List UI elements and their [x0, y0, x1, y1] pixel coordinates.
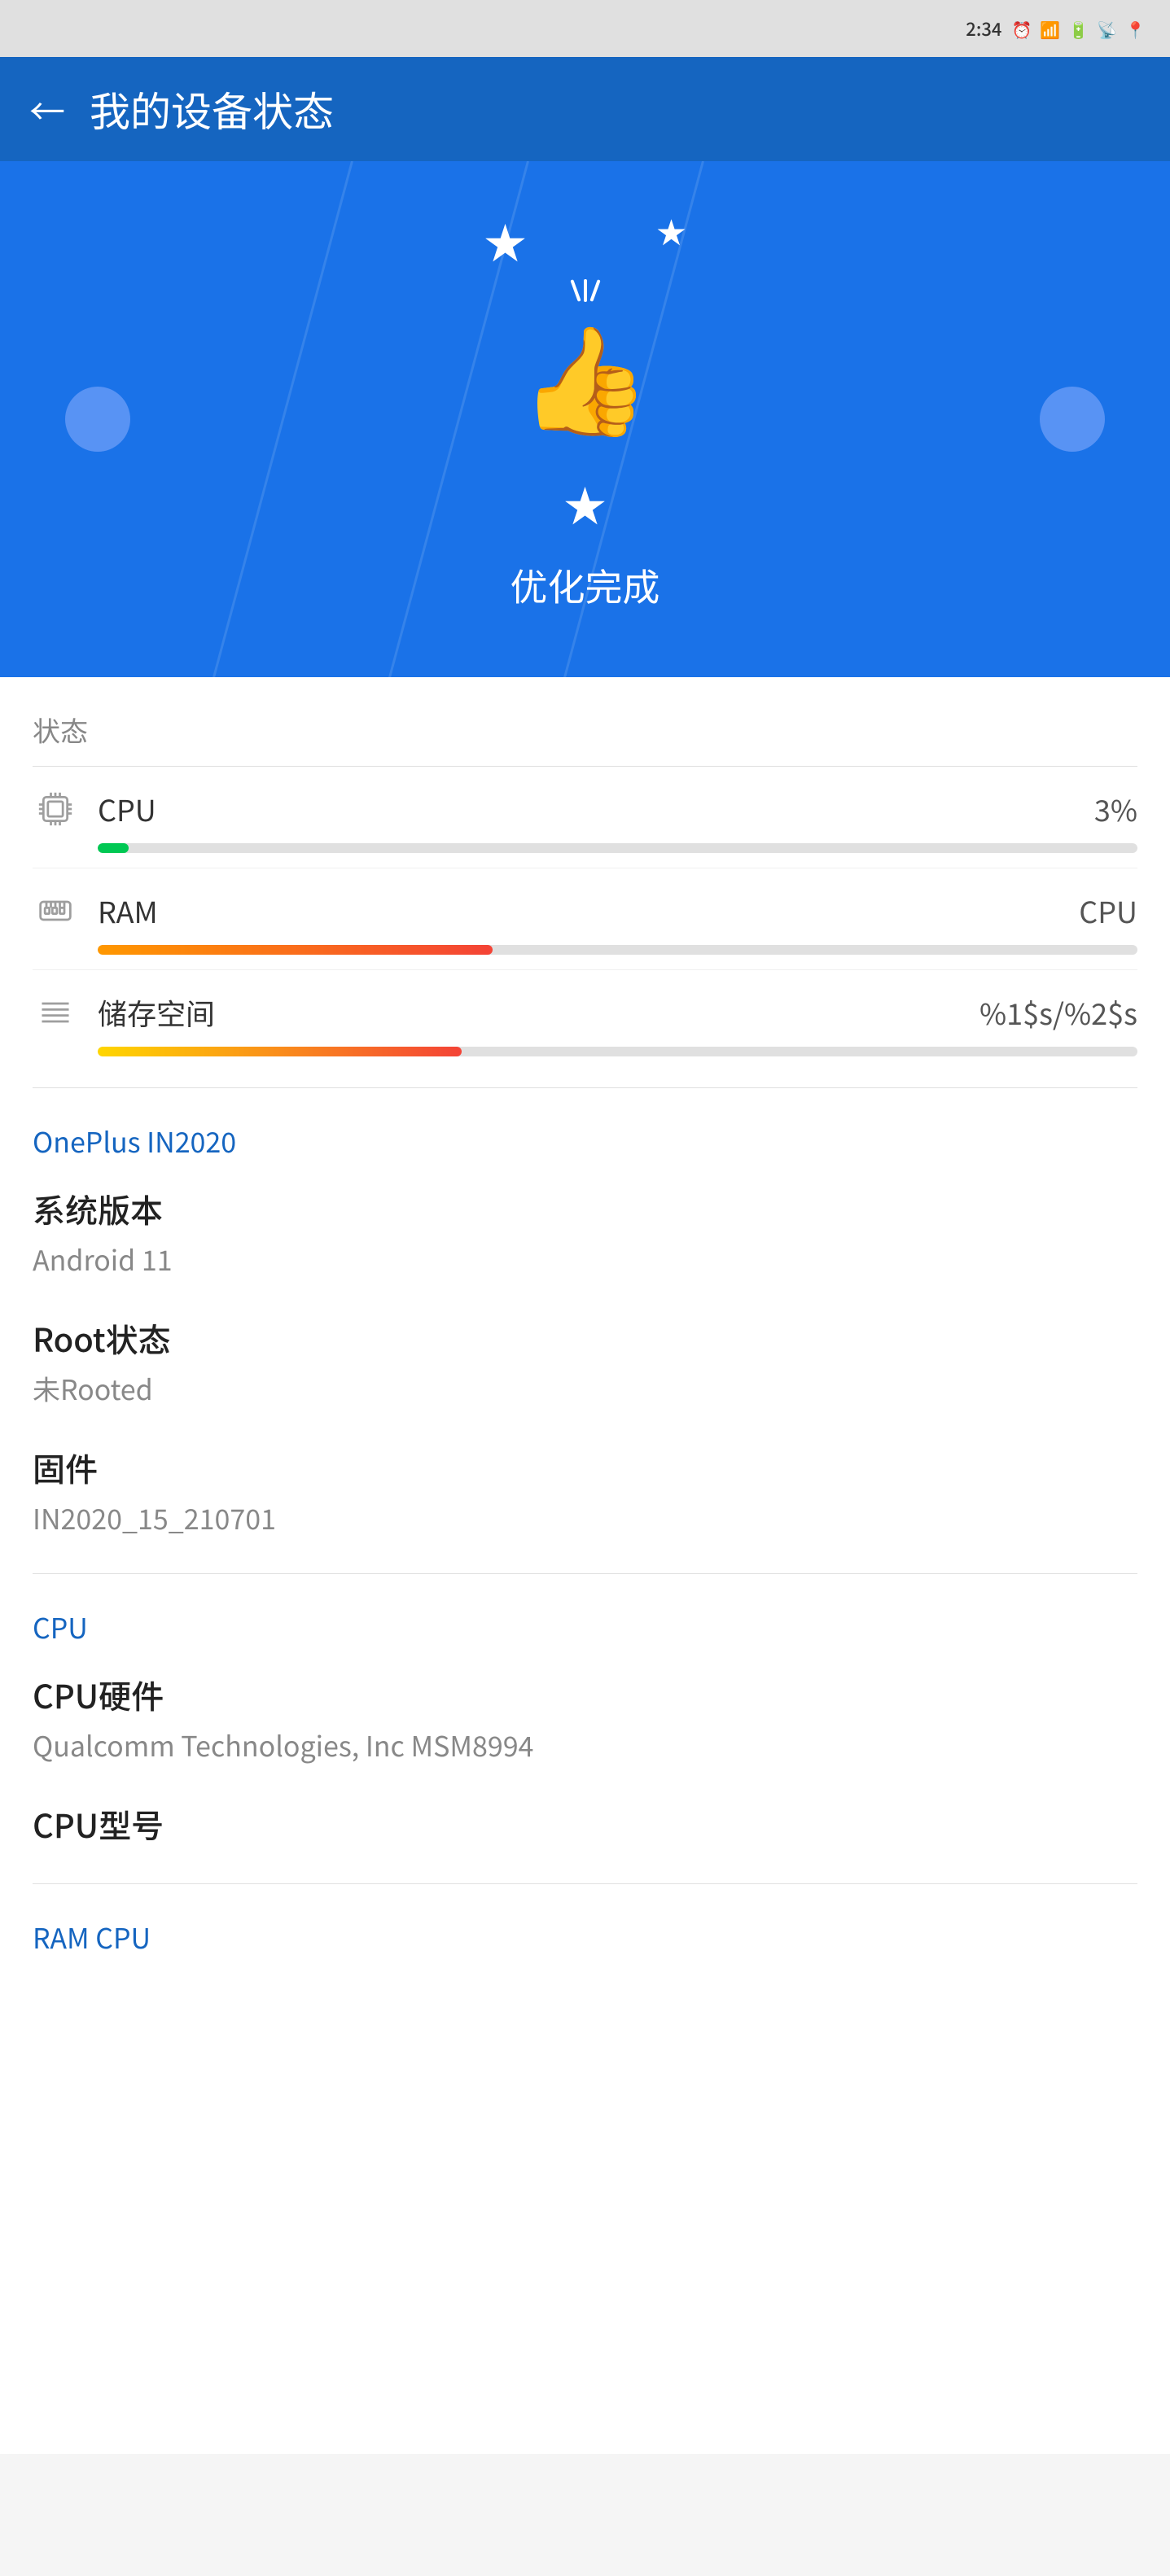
cpu-status-item: CPU 3%: [33, 767, 1137, 868]
star-icon-right: ★: [657, 210, 686, 271]
status-section-label: 状态: [0, 677, 1170, 766]
bottom-padding: [0, 2373, 1170, 2454]
star-icon-left: ★: [484, 210, 526, 271]
ram-status-item: RAM CPU: [33, 868, 1137, 970]
ram-progress-container: [98, 945, 1137, 955]
hero-subtitle: 优化完成: [511, 558, 660, 612]
hero-stars-top: ★ ★: [484, 210, 686, 271]
storage-progress-container: [98, 1047, 1137, 1056]
status-time: 2:34: [966, 15, 1001, 42]
root-status-value: 未Rooted: [33, 1368, 1137, 1408]
firmware-value: IN2020_15_210701: [33, 1498, 1137, 1537]
root-status-item: Root状态 未Rooted: [33, 1314, 1137, 1408]
hero-circle-left: [65, 387, 130, 452]
cpu-model-label: CPU型号: [33, 1800, 1137, 1848]
star-icon-bottom: ★: [563, 473, 606, 534]
cpu-status-row: CPU 3%: [33, 786, 1137, 832]
cpu-progress-container: [98, 843, 1137, 853]
cpu-label: CPU: [98, 788, 156, 830]
location-icon: 📍: [1125, 17, 1146, 41]
signal-icon: 📶: [1040, 17, 1060, 41]
ray-2: [584, 279, 587, 302]
thumbs-up-icon: 👍: [519, 295, 651, 448]
thumb-rays: [574, 279, 597, 302]
back-button[interactable]: ←: [29, 83, 65, 135]
main-content: 状态: [0, 677, 1170, 2454]
ram-status-left: RAM: [33, 888, 158, 934]
app-bar: ← 我的设备状态: [0, 57, 1170, 161]
page-title: 我的设备状态: [90, 80, 334, 138]
system-version-value: Android 11: [33, 1239, 1137, 1279]
storage-status-left: 储存空间: [33, 990, 215, 1035]
storage-status-row: 储存空间 %1$s/%2$s: [33, 990, 1137, 1035]
cpu-progress-fill: [98, 843, 129, 853]
storage-icon: [33, 990, 78, 1035]
root-status-label: Root状态: [33, 1314, 1137, 1362]
storage-progress-fill: [98, 1047, 462, 1056]
status-icons: ⏰ 📶 🔋 📡 📍: [1011, 17, 1146, 41]
cpu-hardware-value: Qualcomm Technologies, Inc MSM8994: [33, 1725, 1137, 1765]
cpu-value: 3%: [1094, 788, 1137, 830]
cpu-hardware-item: CPU硬件 Qualcomm Technologies, Inc MSM8994: [33, 1671, 1137, 1765]
cpu-section-title: CPU: [33, 1607, 1137, 1647]
cpu-model-item: CPU型号: [33, 1800, 1137, 1848]
system-version-item: 系统版本 Android 11: [33, 1185, 1137, 1279]
system-version-label: 系统版本: [33, 1185, 1137, 1232]
cpu-hardware-label: CPU硬件: [33, 1671, 1137, 1718]
hero-content: ★ ★ 👍 ★ 优化完成: [484, 210, 686, 612]
storage-status-item: 储存空间 %1$s/%2$s: [33, 970, 1137, 1071]
ray-3: [589, 279, 600, 302]
ram-progress-fill: [98, 945, 493, 955]
ray-1: [570, 279, 581, 302]
battery-icon: 🔋: [1068, 17, 1089, 41]
firmware-label: 固件: [33, 1444, 1137, 1491]
storage-value: %1$s/%2$s: [979, 991, 1137, 1034]
cpu-icon: [33, 786, 78, 832]
cpu-section: CPU CPU硬件 Qualcomm Technologies, Inc MSM…: [0, 1574, 1170, 1848]
ram-cpu-section: RAM CPU: [0, 1884, 1170, 2373]
status-items-list: CPU 3%: [0, 767, 1170, 1071]
ram-cpu-title: RAM CPU: [33, 1917, 1137, 1957]
ram-icon: [33, 888, 78, 934]
hero-circle-right: [1040, 387, 1105, 452]
ram-label: RAM: [98, 890, 158, 932]
ram-value: CPU: [1079, 890, 1137, 932]
star-bottom: ★: [563, 473, 606, 534]
status-bar: 2:34 ⏰ 📶 🔋 📡 📍: [0, 0, 1170, 57]
cpu-status-left: CPU: [33, 786, 156, 832]
network-icon: 📡: [1097, 17, 1117, 41]
device-section: OnePlus IN2020 系统版本 Android 11 Root状态 未R…: [0, 1088, 1170, 1537]
device-title: OnePlus IN2020: [33, 1121, 1137, 1161]
alarm-icon: ⏰: [1011, 17, 1032, 41]
storage-label: 储存空间: [98, 991, 215, 1034]
hero-section: ★ ★ 👍 ★ 优化完成: [0, 161, 1170, 677]
ram-status-row: RAM CPU: [33, 888, 1137, 934]
firmware-item: 固件 IN2020_15_210701: [33, 1444, 1137, 1537]
